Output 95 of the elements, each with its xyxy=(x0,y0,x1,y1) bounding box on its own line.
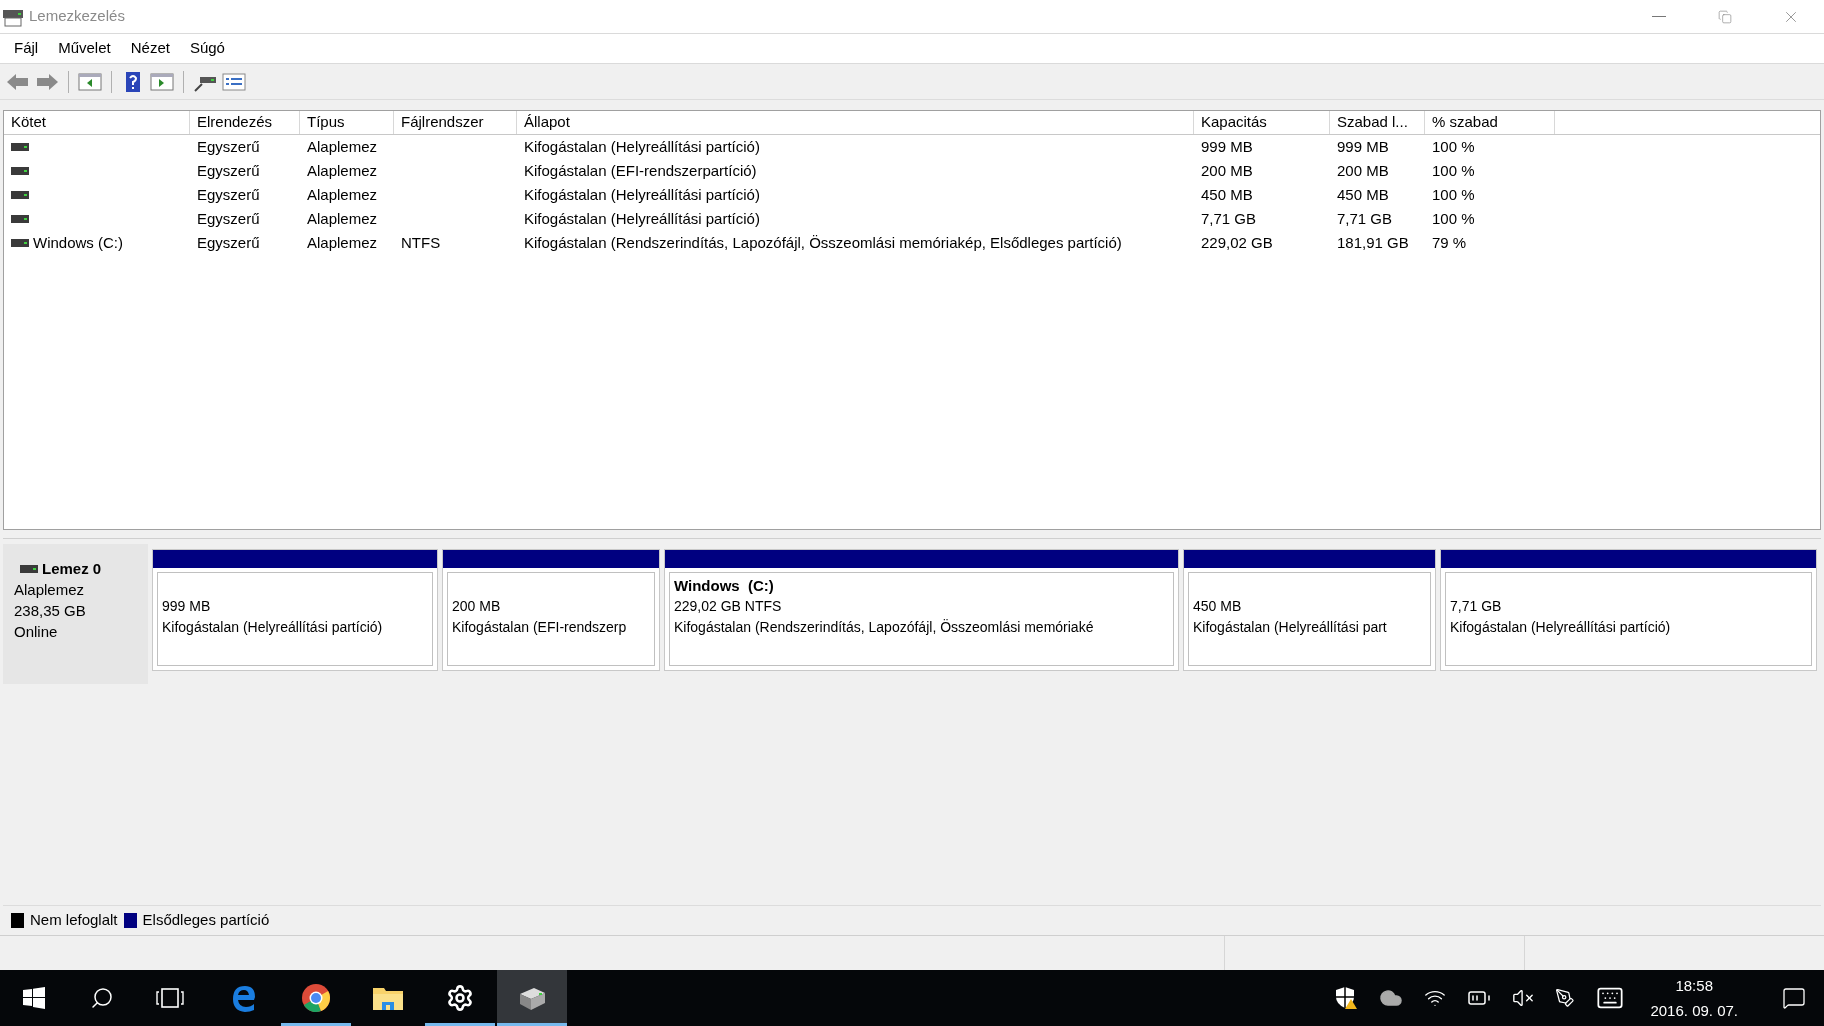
table-cell-text: Alaplemez xyxy=(307,184,378,205)
partition-block[interactable]: Windows (C:) 229,02 GB NTFS Kifogástalan (Rendszerindítás, Lapozófájl, Összeomlási memóriaké xyxy=(664,549,1179,671)
table-cell-text: Alaplemez xyxy=(307,136,378,157)
partition-size: 999 MB xyxy=(162,597,212,616)
table-cell-text: 450 MB xyxy=(1201,184,1253,205)
volume-row[interactable]: Windows (C:) Egyszerű Alaplemez NTFS Kifogástalan (Rendszerindítás, Lapozófájl, Összeomlási memóriakép, Elsődleges partíció) 229,02 GB 181,91 GB 79 % xyxy=(4,231,1820,255)
shield-warning-icon[interactable] xyxy=(1334,986,1359,1010)
browser-logo-icon[interactable] xyxy=(301,983,331,1013)
table-cell-text: Alaplemez xyxy=(307,160,378,181)
column-header[interactable]: Állapot xyxy=(517,111,1194,134)
table-cell-text: 100 % xyxy=(1432,184,1475,205)
partition-status: Kifogástalan (Helyreállítási part xyxy=(1193,618,1388,637)
menu-item[interactable]: Fájl xyxy=(4,37,49,60)
table-cell-text: Kifogástalan (Helyreállítási partíció) xyxy=(524,208,760,229)
table-cell-text: 100 % xyxy=(1432,136,1475,157)
drive-icon xyxy=(11,167,29,175)
partition-status: Kifogástalan (Helyreállítási partíció) xyxy=(162,618,384,637)
table-cell-text: Egyszerű xyxy=(197,160,260,181)
notification-icon[interactable] xyxy=(1782,986,1806,1010)
disk-name: Lemez 0 xyxy=(42,559,102,579)
drive-icon xyxy=(11,215,29,223)
partition-status: Kifogástalan (Rendszerindítás, Lapozófájl, Összeomlási memóriaké xyxy=(674,618,1095,637)
table-cell-text: Alaplemez xyxy=(307,208,378,229)
windows-logo-icon[interactable] xyxy=(23,987,45,1009)
table-cell-text: Egyszerű xyxy=(197,232,260,253)
column-header[interactable]: Típus xyxy=(300,111,394,134)
table-cell-text: Kifogástalan (EFI-rendszerpartíció) xyxy=(524,160,757,181)
column-header[interactable]: Elrendezés xyxy=(190,111,300,134)
table-cell-text: Alaplemez xyxy=(307,232,378,253)
volume-row[interactable]: Egyszerű Alaplemez Kifogástalan (Helyreállítási partíció) 999 MB 999 MB 100 % xyxy=(4,135,1820,159)
menu-item[interactable]: Súgó xyxy=(179,37,235,60)
table-cell-text: 200 MB xyxy=(1201,160,1253,181)
pen-icon[interactable] xyxy=(1555,988,1576,1008)
column-header[interactable]: Szabad l... xyxy=(1330,111,1425,134)
minimize-icon xyxy=(1652,16,1666,17)
partition-status: Kifogástalan (EFI-rendszerp xyxy=(452,618,628,637)
table-cell-text: Windows (C:) xyxy=(33,232,123,253)
drive-icon xyxy=(11,239,29,247)
partition-block[interactable]: 200 MB Kifogástalan (EFI-rendszerp xyxy=(442,549,660,671)
table-cell-text: 100 % xyxy=(1432,160,1475,181)
search-icon[interactable] xyxy=(90,986,114,1010)
partition-name: Windows (C:) xyxy=(674,576,775,596)
partition-size: 450 MB xyxy=(1193,597,1243,616)
table-cell-text: 7,71 GB xyxy=(1201,208,1257,229)
table-cell-text: Kifogástalan (Rendszerindítás, Lapozófájl, Összeomlási memóriakép, Elsődleges partíció) xyxy=(524,232,1122,253)
partition-block[interactable]: 999 MB Kifogástalan (Helyreállítási partíció) xyxy=(152,549,438,671)
legend-label: Nem lefoglalt xyxy=(30,910,118,931)
volume-muted-icon[interactable] xyxy=(1512,987,1535,1009)
table-cell-text: 100 % xyxy=(1432,208,1475,229)
table-cell-text: Egyszerű xyxy=(197,184,260,205)
table-cell-text: 999 MB xyxy=(1337,136,1389,157)
disk-size: 238,35 GB xyxy=(14,601,87,621)
action-pane-icon[interactable] xyxy=(149,70,175,93)
table-cell-text: 999 MB xyxy=(1201,136,1253,157)
table-cell-text: Kifogástalan (Helyreállítási partíció) xyxy=(524,184,760,205)
column-header[interactable]: Kapacitás xyxy=(1194,111,1330,134)
column-header[interactable]: Fájlrendszer xyxy=(394,111,517,134)
menu-item[interactable]: Nézet xyxy=(120,37,180,60)
disk-type: Alaplemez xyxy=(14,580,86,600)
volume-row[interactable]: Egyszerű Alaplemez Kifogástalan (EFI-rendszerpartíció) 200 MB 200 MB 100 % xyxy=(4,159,1820,183)
table-cell-text: 7,71 GB xyxy=(1337,208,1393,229)
partition-block[interactable]: 7,71 GB Kifogástalan (Helyreállítási partíció) xyxy=(1440,549,1817,671)
partition-size: 229,02 GB NTFS xyxy=(674,597,783,616)
restore-icon xyxy=(1718,9,1732,24)
drive-icon xyxy=(11,191,29,199)
partition-size: 200 MB xyxy=(452,597,502,616)
task-view-icon[interactable] xyxy=(155,987,185,1009)
table-cell-text: 200 MB xyxy=(1337,160,1389,181)
table-cell-text: 450 MB xyxy=(1337,184,1389,205)
table-cell-text: Egyszerű xyxy=(197,136,260,157)
checklist-icon[interactable] xyxy=(221,70,247,93)
column-header[interactable]: Kötet xyxy=(4,111,190,134)
table-cell-text: NTFS xyxy=(401,232,441,253)
drive-icon xyxy=(11,143,29,151)
drive-icon xyxy=(20,564,38,573)
table-cell-text: 181,91 GB xyxy=(1337,232,1409,253)
volume-row[interactable]: Egyszerű Alaplemez Kifogástalan (Helyreállítási partíció) 7,71 GB 7,71 GB 100 % xyxy=(4,207,1820,231)
window-title: Lemezkezelés xyxy=(29,6,125,27)
taskbar-app[interactable] xyxy=(497,970,567,1026)
table-cell-text: 229,02 GB xyxy=(1201,232,1273,253)
table-cell-text: Egyszerű xyxy=(197,208,260,229)
clock-time[interactable]: 18:58 xyxy=(1675,973,1713,998)
column-header[interactable]: % szabad xyxy=(1425,111,1555,134)
table-cell-text: Kifogástalan (Helyreállítási partíció) xyxy=(524,136,760,157)
partition-size: 7,71 GB xyxy=(1450,597,1503,616)
partition-block[interactable]: 450 MB Kifogástalan (Helyreállítási part xyxy=(1183,549,1436,671)
legend-label: Elsődleges partíció xyxy=(142,910,270,931)
clock-date[interactable]: 2016. 09. 07. xyxy=(1650,998,1738,1023)
volume-row[interactable]: Egyszerű Alaplemez Kifogástalan (Helyreállítási partíció) 450 MB 450 MB 100 % xyxy=(4,183,1820,207)
menu-item[interactable]: Művelet xyxy=(48,37,121,60)
table-cell-text: 79 % xyxy=(1432,232,1467,253)
console-tree-icon[interactable] xyxy=(77,70,103,93)
partition-status: Kifogástalan (Helyreállítási partíció) xyxy=(1450,618,1672,637)
disk-status: Online xyxy=(14,622,59,642)
gear-icon[interactable] xyxy=(446,984,474,1012)
